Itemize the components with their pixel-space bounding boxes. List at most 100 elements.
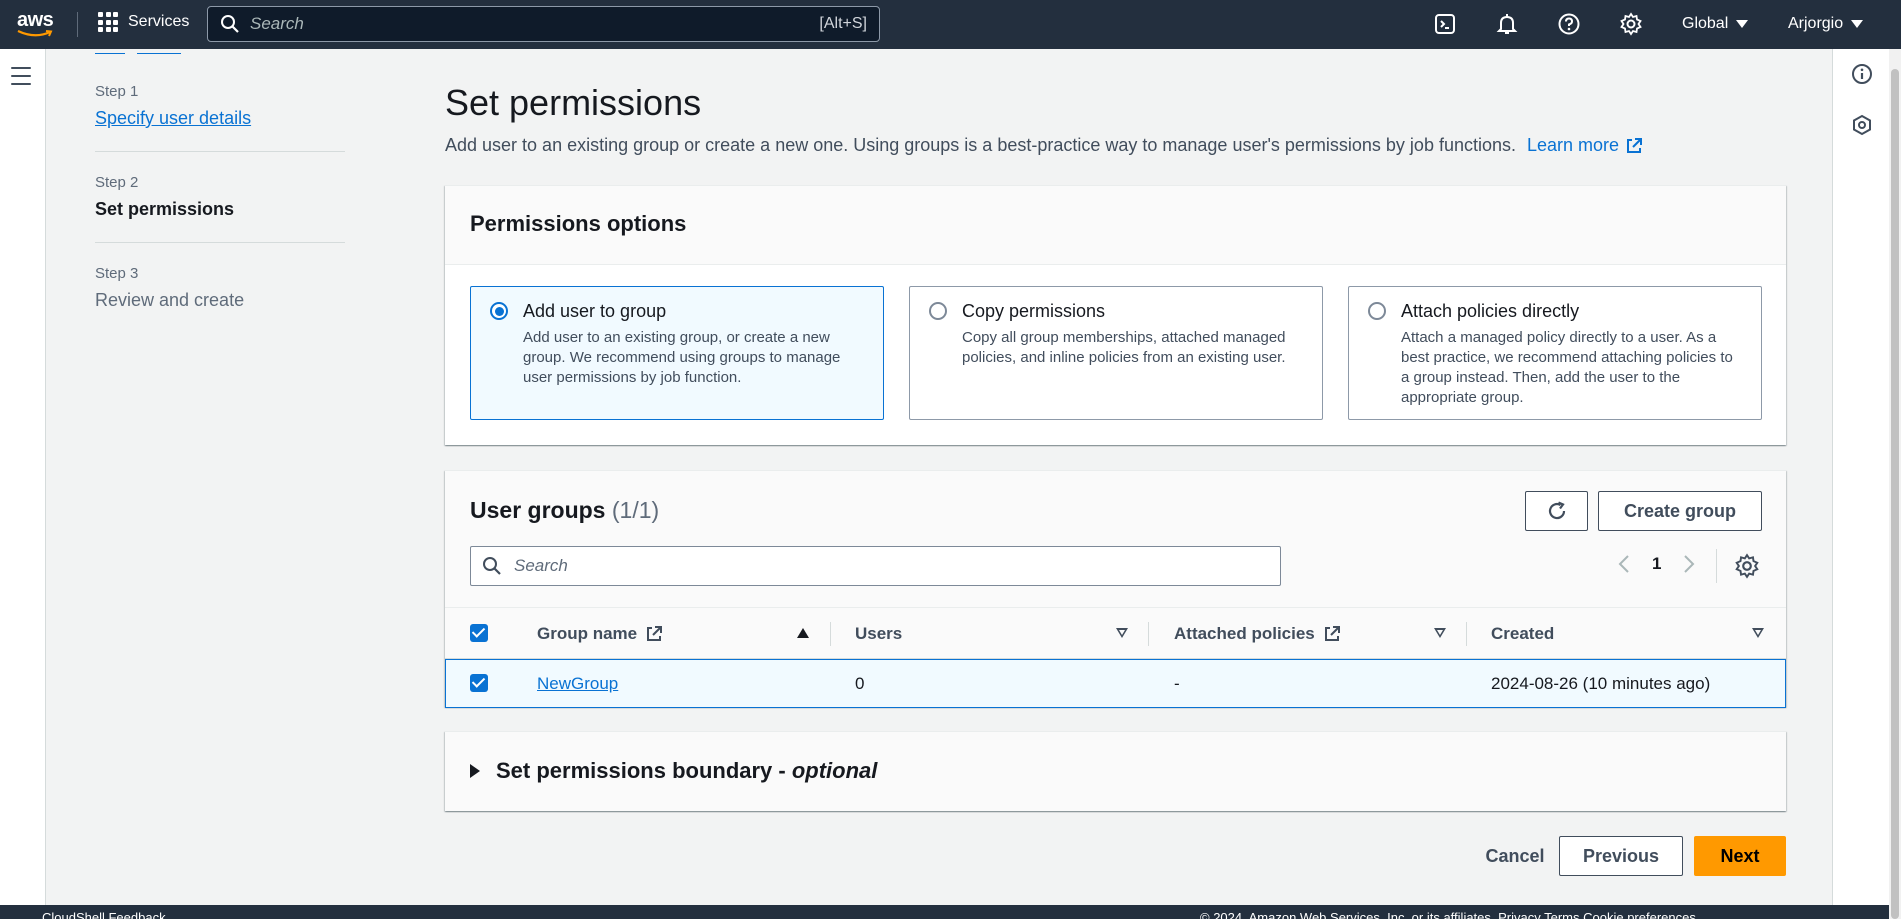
- sort-toggle-icon[interactable]: [1116, 628, 1128, 638]
- menu-hamburger-icon[interactable]: [11, 67, 31, 85]
- option-title: Add user to group: [523, 301, 667, 321]
- groups-search[interactable]: [470, 546, 1281, 586]
- boundary-optional-text: optional: [791, 758, 878, 783]
- radio-button-selected[interactable]: [490, 302, 508, 320]
- refresh-button[interactable]: [1525, 491, 1588, 531]
- radio-button[interactable]: [929, 302, 947, 320]
- boundary-title-text: Set permissions boundary -: [496, 758, 792, 783]
- external-link-icon: [647, 625, 663, 641]
- services-label: Services: [128, 13, 190, 30]
- option-attach-policies-directly[interactable]: Attach policies directly Attach a manage…: [1348, 286, 1762, 420]
- account-menu[interactable]: Arjorgio: [1788, 15, 1864, 33]
- user-groups-title: User groups (1/1): [470, 497, 659, 524]
- grid-icon: [98, 12, 118, 32]
- column-label: Created: [1491, 623, 1555, 643]
- nav-divider: [77, 12, 78, 37]
- column-label: Group name: [537, 623, 638, 643]
- step-current-set-permissions: Set permissions: [95, 199, 235, 219]
- chevron-right-icon[interactable]: [1683, 554, 1695, 574]
- radio-button[interactable]: [1368, 302, 1386, 320]
- account-label: Arjorgio: [1788, 15, 1844, 32]
- footer-left-links[interactable]: CloudShell Feedback: [42, 910, 166, 919]
- external-link-icon: [1324, 625, 1340, 641]
- user-groups-panel: User groups (1/1) Create group 1 Group n…: [445, 470, 1786, 708]
- help-icon[interactable]: [1557, 12, 1581, 36]
- row-checkbox[interactable]: [470, 674, 488, 692]
- top-navigation: aws Services [Alt+S] Global Arjorgio: [0, 0, 1901, 49]
- column-separator[interactable]: [830, 622, 831, 646]
- step-3: Step 3 Review and create: [95, 265, 345, 333]
- external-link-icon: [1627, 137, 1643, 153]
- column-header-created[interactable]: Created: [1491, 608, 1554, 659]
- chevron-down-icon: [1851, 20, 1864, 28]
- cell-users: 0: [855, 673, 865, 693]
- user-groups-header: User groups (1/1) Create group 1: [445, 471, 1786, 608]
- info-icon[interactable]: [1851, 63, 1873, 85]
- hexagon-icon[interactable]: [1851, 114, 1873, 136]
- search-icon: [221, 15, 239, 33]
- column-label: Users: [855, 623, 903, 643]
- global-search[interactable]: [Alt+S]: [207, 6, 880, 42]
- groups-search-input[interactable]: [514, 556, 1280, 576]
- option-add-user-to-group[interactable]: Add user to group Add user to an existin…: [470, 286, 884, 420]
- page-number[interactable]: 1: [1652, 554, 1661, 574]
- cell-group-name: NewGroup: [537, 660, 618, 707]
- cancel-button[interactable]: Cancel: [1460, 836, 1570, 876]
- aws-smile-icon: [17, 30, 53, 37]
- option-title: Copy permissions: [962, 301, 1106, 321]
- chevron-left-icon[interactable]: [1618, 554, 1630, 574]
- permissions-options-header: Permissions options: [445, 186, 1786, 265]
- pager-divider: [1716, 549, 1717, 583]
- region-label: Global: [1682, 15, 1729, 32]
- notifications-bell-icon[interactable]: [1495, 12, 1519, 36]
- create-group-button[interactable]: Create group: [1598, 491, 1762, 531]
- column-header-users[interactable]: Users: [855, 608, 902, 659]
- cloudshell-icon[interactable]: [1433, 12, 1457, 36]
- console-footer: CloudShell Feedback © 2024, Amazon Web S…: [0, 905, 1889, 919]
- column-header-attached-policies[interactable]: Attached policies: [1174, 608, 1341, 659]
- select-all-checkbox[interactable]: [470, 624, 488, 642]
- scrollbar-thumb[interactable]: [1891, 69, 1899, 919]
- option-description: Add user to an existing group, or create…: [523, 329, 841, 386]
- permissions-boundary-expander[interactable]: Set permissions boundary - optional: [445, 731, 1786, 811]
- refresh-icon: [1548, 501, 1565, 520]
- column-header-group-name[interactable]: Group name: [537, 608, 663, 659]
- aws-logo[interactable]: aws: [17, 9, 59, 39]
- cell-created: 2024-08-26 (10 minutes ago): [1491, 673, 1711, 693]
- settings-gear-icon[interactable]: [1619, 12, 1643, 36]
- group-name-link[interactable]: NewGroup: [537, 674, 618, 694]
- option-description: Attach a managed policy directly to a us…: [1401, 329, 1733, 406]
- previous-button[interactable]: Previous: [1559, 836, 1683, 876]
- learn-more-label: Learn more: [1527, 135, 1620, 155]
- column-separator[interactable]: [1148, 622, 1149, 646]
- table-row[interactable]: NewGroup 0 - 2024-08-26 (10 minutes ago): [445, 659, 1786, 708]
- page-scrollbar[interactable]: [1889, 49, 1901, 919]
- sort-toggle-icon[interactable]: [1752, 628, 1764, 638]
- left-side-rail: [0, 49, 46, 905]
- step-1: Step 1 Specify user details: [95, 83, 345, 152]
- table-preferences-gear-icon[interactable]: [1734, 553, 1760, 579]
- page-description: Add user to an existing group or create …: [445, 135, 1643, 156]
- page-title: Set permissions: [445, 82, 702, 123]
- step-number: Step 1: [95, 83, 139, 100]
- region-selector[interactable]: Global: [1682, 15, 1749, 33]
- step-link-specify-user-details[interactable]: Specify user details: [95, 108, 345, 129]
- next-button[interactable]: Next: [1694, 836, 1786, 876]
- sort-toggle-icon[interactable]: [1434, 628, 1446, 638]
- aws-logo-text: aws: [17, 9, 54, 31]
- option-title: Attach policies directly: [1401, 301, 1580, 321]
- sort-ascending-icon[interactable]: [797, 628, 809, 638]
- cell-attached-policies: -: [1174, 673, 1180, 693]
- table-header: Group name Users Attached policies Creat…: [445, 608, 1786, 659]
- permissions-boundary-title: Set permissions boundary - optional: [496, 758, 877, 784]
- option-description: Copy all group memberships, attached man…: [962, 329, 1286, 366]
- footer-right-links[interactable]: © 2024, Amazon Web Services, Inc. or its…: [1200, 910, 1696, 919]
- learn-more-link[interactable]: Learn more: [1527, 135, 1643, 156]
- user-groups-count: (1/1): [611, 497, 660, 523]
- global-search-input[interactable]: [250, 14, 820, 34]
- option-copy-permissions[interactable]: Copy permissions Copy all group membersh…: [909, 286, 1323, 420]
- column-separator[interactable]: [1466, 622, 1467, 646]
- services-menu-button[interactable]: Services: [98, 12, 189, 32]
- step-2: Step 2 Set permissions: [95, 174, 345, 243]
- pagination: 1: [1618, 554, 1695, 574]
